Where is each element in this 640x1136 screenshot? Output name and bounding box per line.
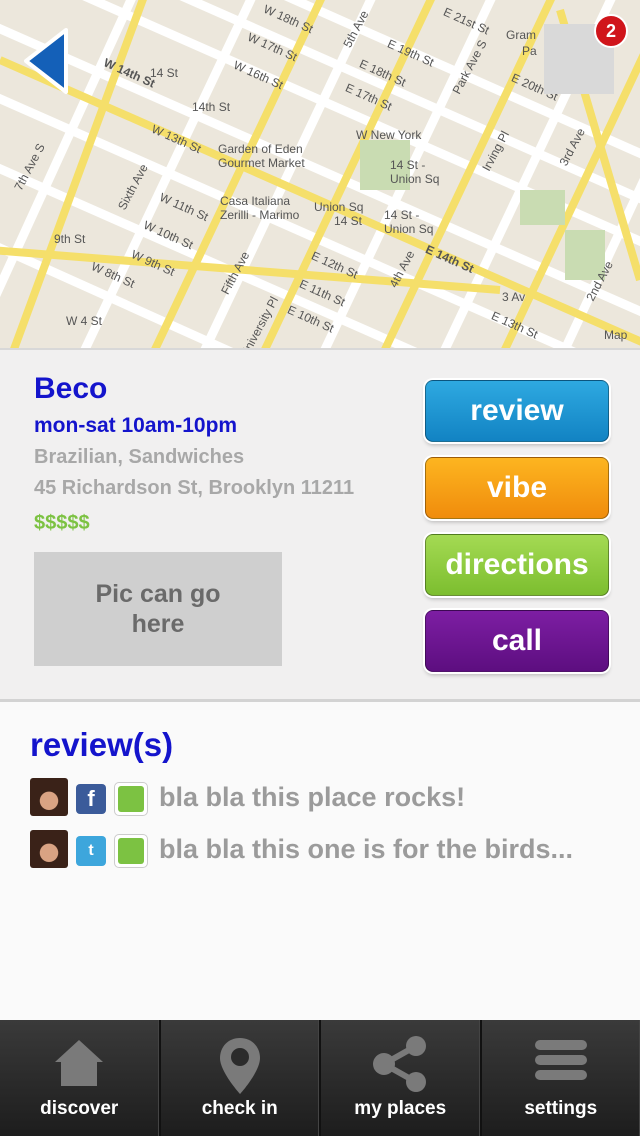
- facebook-icon: f: [76, 784, 106, 814]
- tab-check-in[interactable]: check in: [161, 1020, 321, 1136]
- review-button[interactable]: review: [425, 380, 609, 442]
- map-place-label: W New York: [356, 128, 422, 142]
- map-place-label: 3 Av: [502, 290, 526, 304]
- reviews-section: review(s) f bla bla this place rocks! t …: [0, 702, 640, 1020]
- place-address: 45 Richardson St, Brooklyn 11211: [34, 477, 355, 499]
- map-place-label: Union Sq: [314, 200, 364, 214]
- tab-my-places[interactable]: my places: [321, 1020, 482, 1136]
- tab-settings[interactable]: settings: [482, 1020, 640, 1136]
- tab-label: my places: [354, 1098, 447, 1119]
- back-button[interactable]: [18, 26, 76, 96]
- reviews-title: review(s): [30, 726, 174, 763]
- map-attribution: Map: [604, 328, 628, 342]
- tab-bar: discover check in my places settings: [0, 1020, 640, 1136]
- map-place-label: 14 St: [334, 214, 363, 228]
- thumbs-up-icon: [114, 834, 148, 868]
- map-street-label: 14th St: [192, 100, 231, 114]
- map-place-label: W 4 St: [66, 314, 103, 328]
- avatar: [30, 830, 68, 868]
- place-hours: mon-sat 10am-10pm: [34, 414, 238, 437]
- place-name: Beco: [34, 372, 108, 405]
- place-price: $$$$$: [34, 512, 90, 534]
- share-icon: [373, 1036, 427, 1092]
- tab-label: discover: [40, 1098, 119, 1119]
- thumbs-up-icon: [114, 782, 148, 816]
- directions-button[interactable]: directions: [425, 534, 609, 596]
- location-pin-icon: [219, 1038, 260, 1094]
- tab-discover[interactable]: discover: [0, 1020, 161, 1136]
- review-text: bla bla this one is for the birds...: [159, 834, 574, 864]
- notification-badge[interactable]: 2: [594, 14, 628, 48]
- photo-placeholder-text: Pic can go here: [95, 580, 221, 638]
- map-place-label: Garden of Eden Gourmet Market: [218, 142, 305, 170]
- review-text: bla bla this place rocks!: [159, 782, 466, 812]
- back-arrow-icon: [24, 28, 68, 94]
- vibe-button[interactable]: vibe: [425, 457, 609, 519]
- menu-icon: [534, 1040, 587, 1080]
- review-item[interactable]: t bla bla this one is for the birds...: [30, 830, 630, 870]
- map-place-label: 14 St - Union Sq: [390, 158, 440, 186]
- map-view[interactable]: W 14th St 14 St 14th St W 13th St W 18th…: [0, 0, 640, 348]
- map-place-label: Casa Italiana Zerilli - Marimo: [220, 194, 300, 222]
- map-street-label: 9th St: [54, 232, 86, 246]
- place-detail-panel: Beco mon-sat 10am-10pm Brazilian, Sandwi…: [0, 348, 640, 702]
- map-place-label: 14 St - Union Sq: [384, 208, 434, 236]
- map-place-label: Gram: [506, 28, 536, 42]
- tab-label: settings: [524, 1098, 598, 1119]
- review-item[interactable]: f bla bla this place rocks!: [30, 778, 630, 818]
- twitter-icon: t: [76, 836, 106, 866]
- home-icon: [55, 1040, 104, 1086]
- call-button[interactable]: call: [425, 610, 609, 672]
- avatar: [30, 778, 68, 816]
- place-photo-placeholder: Pic can go here: [34, 552, 282, 666]
- tab-label: check in: [201, 1098, 278, 1119]
- map-street-label: 14 St: [150, 66, 179, 80]
- place-cuisine: Brazilian, Sandwiches: [34, 446, 245, 468]
- map-place-label: Pa: [522, 44, 537, 58]
